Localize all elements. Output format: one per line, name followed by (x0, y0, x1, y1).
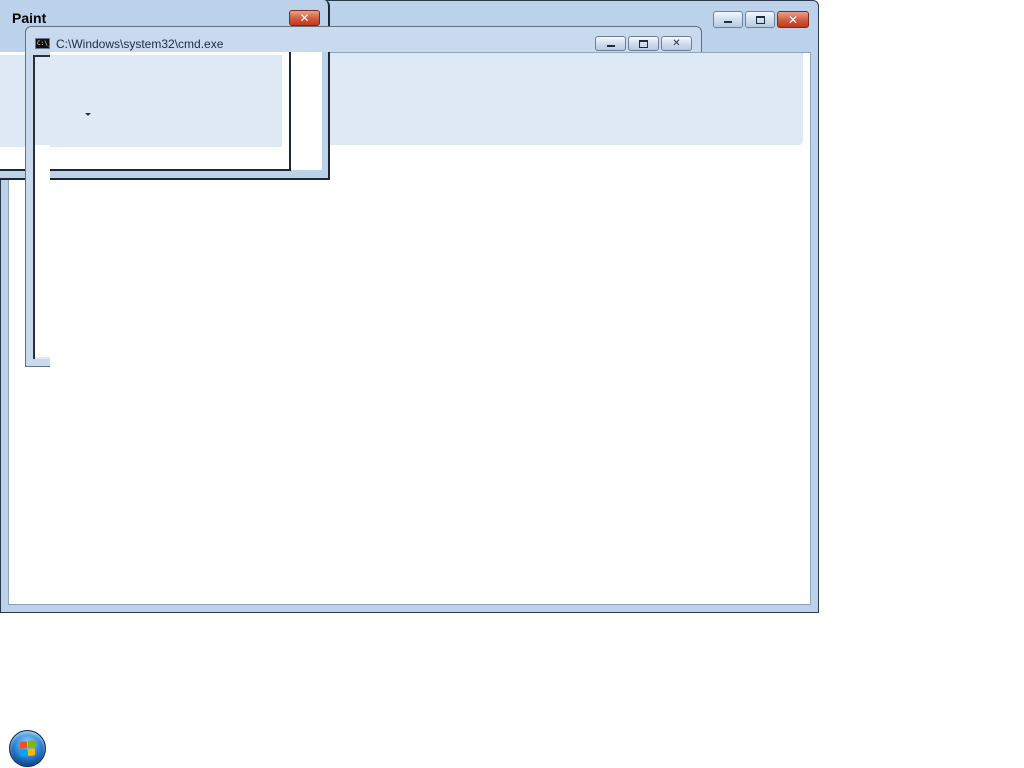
paint-window-title: Paint (12, 10, 47, 26)
main-close-button[interactable]: ✕ (777, 11, 809, 28)
windows-logo-icon (20, 740, 36, 758)
close-icon: ✕ (299, 11, 310, 25)
maximize-icon (639, 39, 648, 48)
dropdown-arrow-icon[interactable] (85, 113, 91, 116)
cmd-maximize-button[interactable] (628, 36, 659, 51)
console-icon: C:\_ (35, 38, 50, 49)
start-button[interactable] (9, 730, 46, 767)
close-icon: ✕ (672, 37, 681, 49)
cmd-minimize-button[interactable] (595, 36, 626, 51)
cmd-window (25, 26, 702, 367)
cmd-window-title: C:\Windows\system32\cmd.exe (56, 37, 224, 51)
cmd-close-button[interactable]: ✕ (661, 36, 692, 51)
minimize-icon (724, 21, 732, 23)
flag-red (20, 741, 27, 749)
close-icon: ✕ (787, 12, 799, 27)
main-minimize-button[interactable] (713, 11, 743, 28)
minimize-icon (606, 44, 615, 47)
main-maximize-button[interactable] (745, 11, 775, 28)
flag-green (28, 740, 35, 748)
paint-close-button[interactable]: ✕ (289, 10, 320, 26)
flag-yellow (28, 748, 35, 756)
flag-blue (20, 749, 27, 757)
cmd-console-body (35, 145, 50, 357)
maximize-icon (755, 15, 765, 24)
